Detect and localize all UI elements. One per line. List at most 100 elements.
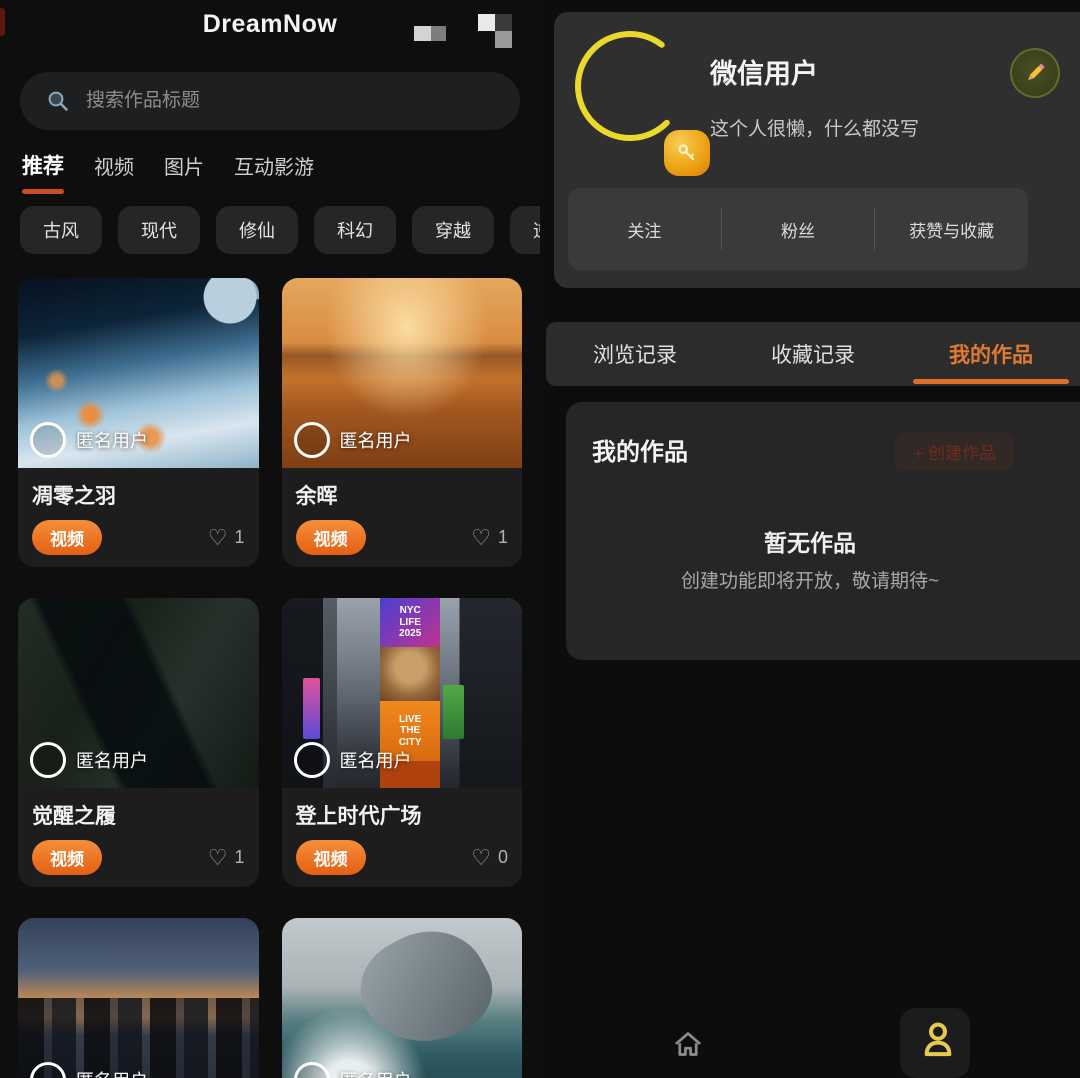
type-badge: 视频	[296, 840, 366, 875]
app-screenshot: DreamNow 推荐视频图片互动影游 古风现代修仙科幻穿越逆袭 匿名用户凋零之…	[0, 0, 1080, 1078]
author-avatar	[294, 742, 330, 778]
work-info: 余晖视频♡1	[282, 468, 523, 567]
author-avatar	[30, 1062, 66, 1078]
author-avatar	[30, 422, 66, 458]
green-billboard	[443, 685, 465, 738]
like-count: 1	[498, 527, 508, 548]
author-name: 匿名用户	[340, 1067, 412, 1078]
edit-profile-button[interactable]	[1010, 48, 1060, 98]
author-name: 匿名用户	[76, 1067, 148, 1078]
profile-header-card: 微信用户 这个人很懒，什么都没写 关注粉丝获赞与收藏	[554, 12, 1080, 288]
search-icon	[46, 89, 70, 113]
work-card[interactable]: 匿名用户	[18, 918, 259, 1078]
discover-tab[interactable]: 图片	[164, 151, 204, 194]
profile-tab[interactable]: 浏览记录	[546, 322, 724, 386]
author-name: 匿名用户	[76, 427, 148, 453]
stat-item[interactable]: 粉丝	[722, 217, 875, 242]
profile-name: 微信用户	[710, 52, 818, 91]
type-badge: 视频	[32, 840, 102, 875]
work-title: 觉醒之履	[32, 800, 245, 830]
search-input[interactable]	[86, 90, 520, 112]
work-card[interactable]: 匿名用户余晖视频♡1	[282, 278, 523, 567]
author-row: 匿名用户	[30, 422, 148, 458]
work-card[interactable]: 匿名用户	[282, 918, 523, 1078]
work-meta: 视频♡0	[296, 840, 509, 875]
work-info: 觉醒之履视频♡1	[18, 788, 259, 887]
like-count: 1	[234, 847, 244, 868]
nav-profile-button[interactable]	[918, 1018, 958, 1062]
work-meta: 视频♡1	[32, 840, 245, 875]
neon-sign	[303, 678, 320, 739]
profile-stats: 关注粉丝获赞与收藏	[568, 188, 1028, 270]
work-meta: 视频♡1	[32, 520, 245, 555]
search-bar[interactable]	[20, 72, 520, 130]
like-button[interactable]: ♡1	[208, 847, 245, 869]
work-card[interactable]: 匿名用户凋零之羽视频♡1	[18, 278, 259, 567]
like-button[interactable]: ♡0	[471, 847, 508, 869]
heart-icon: ♡	[471, 847, 491, 869]
profile-avatar[interactable]	[570, 26, 694, 152]
discover-tab[interactable]: 互动影游	[234, 151, 314, 194]
type-badge: 视频	[32, 520, 102, 555]
work-title: 余晖	[296, 480, 509, 510]
author-row: 匿名用户	[294, 742, 412, 778]
billboard-photo	[380, 647, 440, 700]
heart-icon: ♡	[208, 527, 228, 549]
profile-bio: 这个人很懒，什么都没写	[710, 114, 919, 141]
discover-tab[interactable]: 推荐	[22, 150, 64, 194]
category-chips: 古风现代修仙科幻穿越逆袭	[20, 206, 540, 254]
like-count: 0	[498, 847, 508, 868]
work-thumbnail: 匿名用户	[18, 278, 259, 468]
author-row: 匿名用户	[294, 422, 412, 458]
create-work-button[interactable]: + 创建作品	[895, 432, 1014, 470]
like-button[interactable]: ♡1	[208, 527, 245, 549]
profile-tab[interactable]: 我的作品	[902, 322, 1080, 386]
work-info: 登上时代广场视频♡0	[282, 788, 523, 887]
work-thumbnail: 匿名用户	[18, 918, 259, 1078]
like-button[interactable]: ♡1	[471, 527, 508, 549]
work-info: 凋零之羽视频♡1	[18, 468, 259, 567]
category-chip[interactable]: 穿越	[412, 206, 494, 254]
heart-icon: ♡	[208, 847, 228, 869]
work-card[interactable]: 匿名用户觉醒之履视频♡1	[18, 598, 259, 887]
work-thumbnail: 匿名用户	[282, 278, 523, 468]
author-row: 匿名用户	[30, 742, 148, 778]
stat-item[interactable]: 获赞与收藏	[875, 217, 1028, 242]
blurred-more-icon[interactable]	[414, 26, 446, 41]
thumbnail-art	[282, 918, 523, 1078]
category-chip[interactable]: 科幻	[314, 206, 396, 254]
heart-icon: ♡	[471, 527, 491, 549]
record-tabs: 浏览记录收藏记录我的作品	[546, 322, 1080, 386]
empty-state-title: 暂无作品	[566, 524, 1054, 558]
author-row: 匿名用户	[294, 1062, 412, 1078]
my-works-card: 我的作品 + 创建作品 暂无作品 创建功能即将开放，敬请期待~	[566, 402, 1080, 660]
thumbnail-art	[18, 918, 259, 1078]
author-row: 匿名用户	[30, 1062, 148, 1078]
whale-shape	[345, 918, 507, 1066]
work-title: 登上时代广场	[296, 800, 509, 830]
discover-tab[interactable]: 视频	[94, 151, 134, 194]
author-avatar	[30, 742, 66, 778]
discover-panel: DreamNow 推荐视频图片互动影游 古风现代修仙科幻穿越逆袭 匿名用户凋零之…	[0, 0, 540, 1078]
stat-item[interactable]: 关注	[568, 217, 721, 242]
work-thumbnail: 匿名用户	[282, 918, 523, 1078]
author-avatar	[294, 422, 330, 458]
work-meta: 视频♡1	[296, 520, 509, 555]
my-works-title: 我的作品	[592, 432, 688, 467]
author-avatar	[294, 1062, 330, 1078]
category-chip[interactable]: 古风	[20, 206, 102, 254]
work-title: 凋零之羽	[32, 480, 245, 510]
category-chip[interactable]: 修仙	[216, 206, 298, 254]
like-count: 1	[234, 527, 244, 548]
category-chip[interactable]: 现代	[118, 206, 200, 254]
key-icon	[674, 140, 700, 166]
profile-tab[interactable]: 收藏记录	[724, 322, 902, 386]
author-name: 匿名用户	[76, 747, 148, 773]
billboard-text: NYC LIFE 2025	[380, 598, 440, 647]
pencil-icon	[1021, 59, 1049, 87]
works-grid: 匿名用户凋零之羽视频♡1匿名用户余晖视频♡1匿名用户觉醒之履视频♡1NYC LI…	[18, 278, 522, 1078]
work-card[interactable]: NYC LIFE 2025LIVE THE CITY匿名用户登上时代广场视频♡0	[282, 598, 523, 887]
blurred-close-icon[interactable]	[478, 14, 512, 48]
nav-home-button[interactable]	[670, 1026, 706, 1062]
category-chip[interactable]: 逆袭	[510, 206, 540, 254]
